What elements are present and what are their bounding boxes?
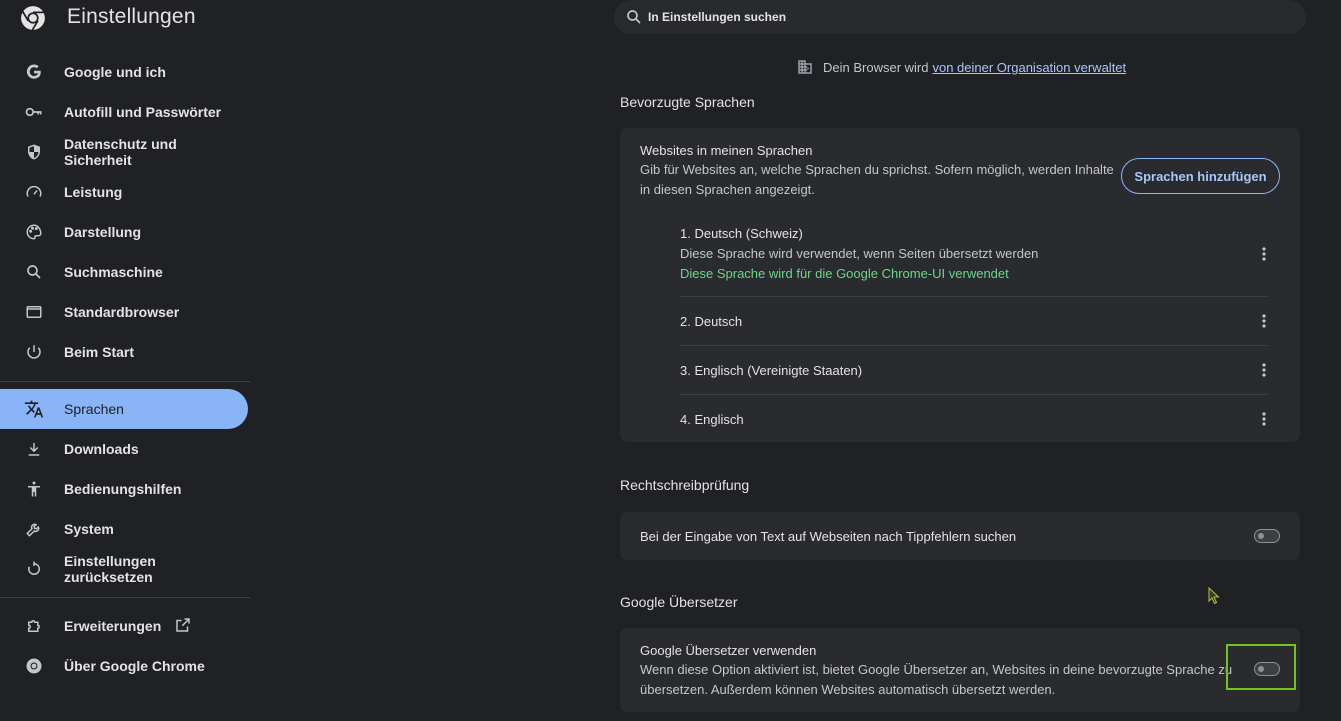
sidebar-divider xyxy=(0,381,250,382)
external-link-icon[interactable] xyxy=(174,616,192,634)
language-name: 4. Englisch xyxy=(680,412,744,427)
spellcheck-card: Bei der Eingabe von Text auf Webseiten n… xyxy=(620,512,1300,560)
sidebar-item-autofill[interactable]: Autofill und Passwörter xyxy=(0,92,248,132)
sidebar-item-label: Google und ich xyxy=(64,64,166,80)
managed-notice: Dein Browser wird von deiner Organisatio… xyxy=(796,57,1126,77)
more-options-button[interactable] xyxy=(1254,360,1274,380)
sidebar-item-extensions[interactable]: Erweiterungen xyxy=(0,606,248,646)
languages-card: Websites in meinen Sprachen Gib für Webs… xyxy=(620,128,1300,442)
section-title-languages: Bevorzugte Sprachen xyxy=(620,94,755,110)
translate-card: Google Übersetzer verwenden Wenn diese O… xyxy=(620,628,1300,712)
chrome-icon xyxy=(24,656,44,676)
sidebar-item-label: Darstellung xyxy=(64,224,142,240)
language-item: 4. Englisch xyxy=(680,412,1268,430)
shield-icon xyxy=(24,142,44,162)
section-title-spellcheck: Rechtschreibprüfung xyxy=(620,477,750,493)
sidebar-item-languages[interactable]: Sprachen xyxy=(0,389,248,429)
puzzle-icon xyxy=(24,616,44,636)
sidebar-item-label: Erweiterungen xyxy=(64,618,162,634)
language-name: 3. Englisch (Vereinigte Staaten) xyxy=(680,363,863,378)
palette-icon xyxy=(24,222,44,242)
translate-toggle[interactable] xyxy=(1254,662,1280,676)
sidebar-item-google-und-ich[interactable]: Google und ich xyxy=(0,52,248,92)
language-name: 1. Deutsch (Schweiz) xyxy=(680,226,803,241)
more-vert-icon xyxy=(1262,247,1266,261)
search-icon xyxy=(24,262,44,282)
mouse-cursor-icon xyxy=(1208,587,1220,605)
section-title-translate: Google Übersetzer xyxy=(620,594,738,610)
sidebar-item-label: Sprachen xyxy=(64,401,124,417)
chrome-logo xyxy=(20,3,46,33)
languages-card-title: Websites in meinen Sprachen xyxy=(640,143,813,158)
browser-window-icon xyxy=(24,302,44,322)
language-item: 2. Deutsch xyxy=(680,314,1268,332)
sidebar-item-default-browser[interactable]: Standardbrowser xyxy=(0,292,248,332)
sidebar-item-privacy[interactable]: Datenschutz und Sicherheit xyxy=(0,132,248,172)
sidebar-item-accessibility[interactable]: Bedienungshilfen xyxy=(0,469,248,509)
building-icon xyxy=(798,60,812,74)
reset-icon xyxy=(24,559,44,579)
sidebar-item-downloads[interactable]: Downloads xyxy=(0,429,248,469)
search-icon xyxy=(627,10,641,24)
search-input[interactable] xyxy=(648,6,1288,28)
more-vert-icon xyxy=(1262,314,1266,328)
more-vert-icon xyxy=(1262,363,1266,377)
sidebar-item-appearance[interactable]: Darstellung xyxy=(0,212,248,252)
page-title: Einstellungen xyxy=(67,5,196,28)
sidebar-item-label: Datenschutz und Sicherheit xyxy=(64,136,177,168)
sidebar-item-reset[interactable]: Einstellungen zurücksetzen xyxy=(0,549,248,589)
language-item: 3. Englisch (Vereinigte Staaten) xyxy=(680,363,1268,381)
sidebar-item-about-chrome[interactable]: Über Google Chrome xyxy=(0,646,248,686)
sidebar-item-on-startup[interactable]: Beim Start xyxy=(0,332,248,372)
spellcheck-toggle[interactable] xyxy=(1254,529,1280,543)
sidebar-item-label: Autofill und Passwörter xyxy=(64,104,222,120)
sidebar-item-label: Einstellungen zurücksetzen xyxy=(64,553,156,585)
language-divider xyxy=(680,296,1268,297)
sidebar-item-label: Beim Start xyxy=(64,344,135,360)
translate-title: Google Übersetzer verwenden xyxy=(640,643,817,658)
languages-card-desc-1: Gib für Websites an, welche Sprachen du … xyxy=(640,162,1114,177)
managed-text: Dein Browser wird xyxy=(823,59,929,75)
language-name: 2. Deutsch xyxy=(680,314,743,329)
more-options-button[interactable] xyxy=(1254,244,1274,264)
download-icon xyxy=(24,439,44,459)
language-item: 1. Deutsch (Schweiz) Diese Sprache wird … xyxy=(680,226,1268,286)
sidebar-item-label: Bedienungshilfen xyxy=(64,481,182,497)
translate-desc-2: übersetzen. Außerdem können Websites aut… xyxy=(640,682,1056,697)
sidebar-item-system[interactable]: System xyxy=(0,509,248,549)
managed-link[interactable]: von deiner Organisation verwaltet xyxy=(932,60,1126,75)
spellcheck-label: Bei der Eingabe von Text auf Webseiten n… xyxy=(640,529,1017,544)
sidebar-item-label: Suchmaschine xyxy=(64,264,163,280)
translate-icon xyxy=(24,399,44,419)
toggle-knob xyxy=(1258,533,1264,539)
power-icon xyxy=(24,342,44,362)
google-g-icon xyxy=(24,62,44,82)
language-divider xyxy=(680,345,1268,346)
languages-card-desc-2: in diesen Sprachen angezeigt. xyxy=(640,182,815,197)
sidebar-item-performance[interactable]: Leistung xyxy=(0,172,248,212)
language-translate-note: Diese Sprache wird verwendet, wenn Seite… xyxy=(680,246,1039,261)
language-ui-note: Diese Sprache wird für die Google Chrome… xyxy=(680,266,1009,281)
accessibility-icon xyxy=(24,479,44,499)
sidebar-item-label: Leistung xyxy=(64,184,123,200)
wrench-icon xyxy=(24,519,44,539)
more-options-button[interactable] xyxy=(1254,311,1274,331)
sidebar-item-label: System xyxy=(64,521,114,537)
sidebar-divider xyxy=(0,597,250,598)
language-divider xyxy=(680,394,1268,395)
chrome-logo-icon xyxy=(21,6,45,31)
sidebar-item-label: Über Google Chrome xyxy=(64,658,205,674)
toggle-knob xyxy=(1258,666,1264,672)
more-vert-icon xyxy=(1262,412,1266,426)
add-languages-button[interactable]: Sprachen hinzufügen xyxy=(1121,158,1280,194)
sidebar-item-label: Standardbrowser xyxy=(64,304,180,320)
sidebar-item-label: Downloads xyxy=(64,441,139,457)
key-icon xyxy=(24,102,44,122)
more-options-button[interactable] xyxy=(1254,409,1274,429)
search-bar[interactable] xyxy=(614,0,1306,34)
sidebar-item-search-engine[interactable]: Suchmaschine xyxy=(0,252,248,292)
translate-desc-1: Wenn diese Option aktiviert ist, bietet … xyxy=(640,662,1233,677)
speedometer-icon xyxy=(24,182,44,202)
